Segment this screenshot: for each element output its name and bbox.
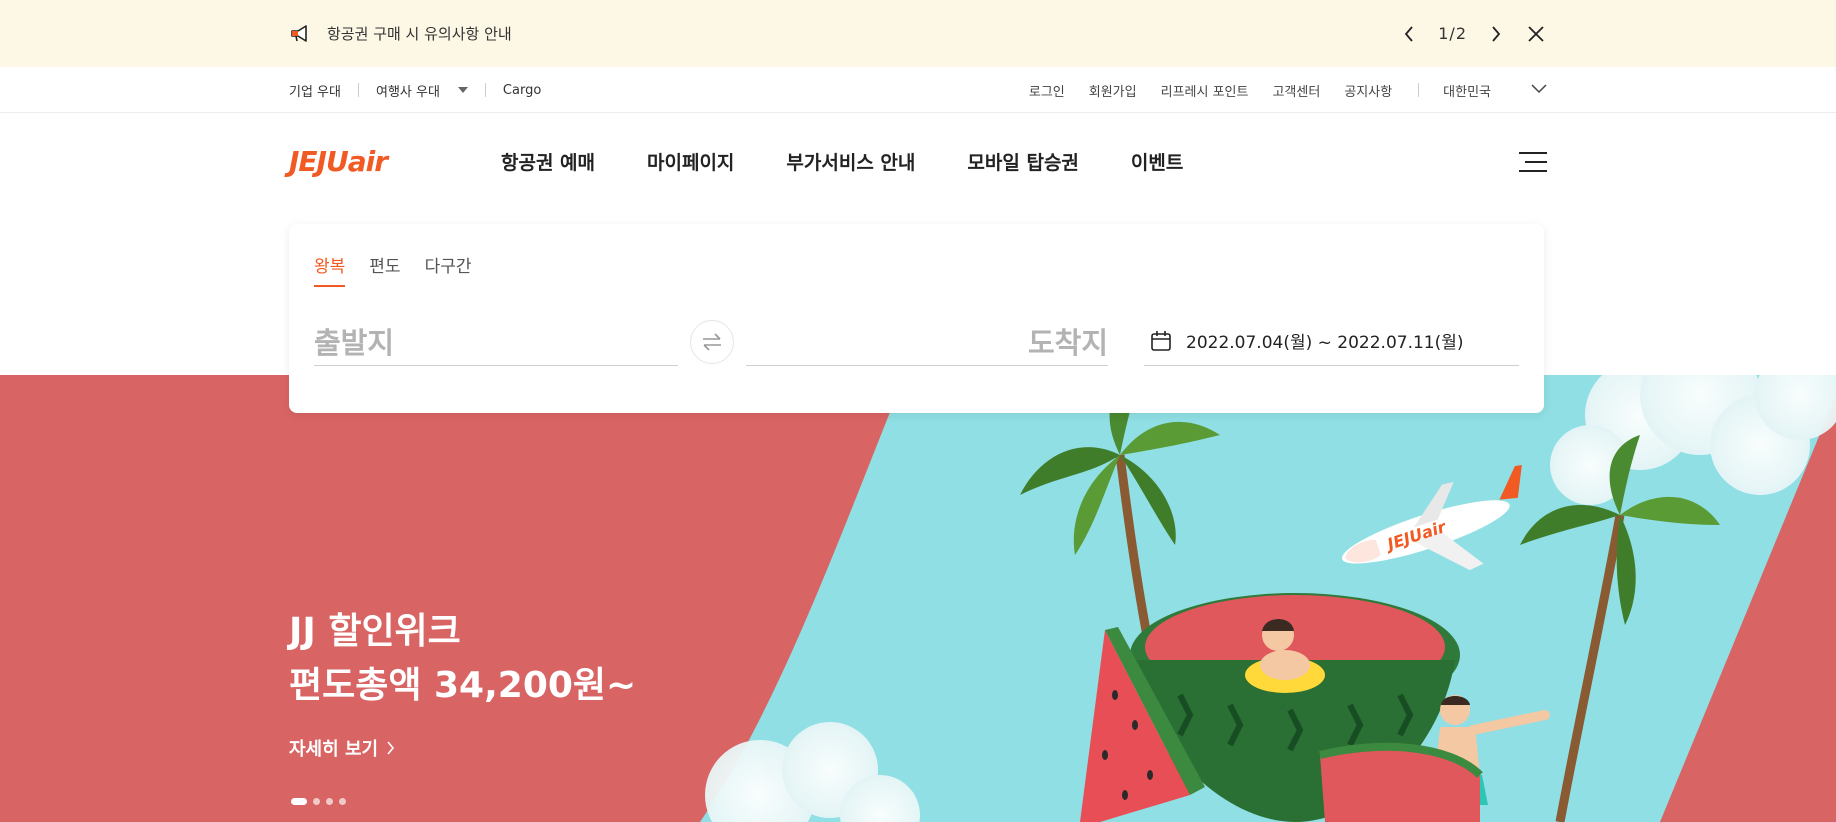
slide-dot[interactable]: [291, 798, 307, 805]
slide-dot[interactable]: [313, 798, 320, 805]
hero-more-label: 자세히 보기: [289, 739, 379, 760]
swap-button[interactable]: [690, 320, 734, 364]
divider: [357, 83, 359, 97]
nav-mypage[interactable]: 마이페이지: [647, 148, 734, 175]
hero-more-link[interactable]: 자세히 보기: [289, 735, 636, 761]
notice-pager: 1/2: [1438, 24, 1467, 43]
nav-services[interactable]: 부가서비스 안내: [786, 148, 915, 175]
date-range: 2022.07.04(월) ~ 2022.07.11(월): [1186, 333, 1464, 353]
customer-center-link[interactable]: 고객센터: [1272, 81, 1320, 100]
megaphone-icon: [289, 23, 311, 45]
tab-oneway[interactable]: 편도: [369, 252, 400, 287]
hamburger-menu-icon[interactable]: [1519, 150, 1547, 174]
swap-icon: [703, 333, 721, 351]
corporate-link[interactable]: 기업 우대: [289, 81, 341, 100]
slide-dot[interactable]: [339, 798, 346, 805]
summer-illustration: JEJUair: [700, 375, 1836, 822]
hero-title-line2: 편도총액 34,200원~: [289, 665, 637, 706]
main-nav: 항공권 예매 마이페이지 부가서비스 안내 모바일 탑승권 이벤트: [501, 148, 1183, 175]
slide-dot[interactable]: [326, 798, 333, 805]
login-link[interactable]: 로그인: [1029, 81, 1065, 100]
hero-title-line1: JJ 할인위크: [289, 611, 461, 652]
country-selector[interactable]: 대한민국: [1443, 81, 1547, 100]
notice-text[interactable]: 항공권 구매 시 유의사항 안내: [327, 23, 512, 44]
calendar-icon: [1151, 330, 1171, 351]
divider: [484, 83, 486, 97]
nav-booking[interactable]: 항공권 예매: [501, 148, 595, 175]
refresh-point-link[interactable]: 리프레시 포인트: [1161, 81, 1249, 100]
date-field[interactable]: 2022.07.04(월) ~ 2022.07.11(월): [1144, 316, 1519, 366]
chevron-right-icon[interactable]: [1485, 23, 1507, 45]
departure-placeholder: 출발지: [314, 325, 395, 360]
hero-banner[interactable]: JEJUair JJ 할인위크 편도총액 34,200원~ 자세히 보기: [0, 375, 1836, 822]
chevron-right-icon: [387, 741, 395, 755]
tab-roundtrip[interactable]: 왕복: [314, 252, 346, 287]
tab-multicity[interactable]: 다구간: [425, 252, 472, 287]
agency-label: 여행사 우대: [375, 84, 440, 100]
booking-card: 왕복 편도 다구간 출발지 도착지 2022.07.04(월) ~ 2022.0…: [289, 224, 1544, 413]
chevron-left-icon[interactable]: [1398, 23, 1420, 45]
close-icon[interactable]: [1525, 23, 1547, 45]
nav-events[interactable]: 이벤트: [1131, 148, 1183, 175]
country-label: 대한민국: [1443, 84, 1491, 100]
chevron-down-icon: [1531, 83, 1547, 98]
hero-copy: JJ 할인위크 편도총액 34,200원~ 자세히 보기: [289, 605, 636, 761]
main-header: JEJUair 항공권 예매 마이페이지 부가서비스 안내 모바일 탑승권 이벤…: [0, 114, 1836, 209]
nav-mobile-boarding[interactable]: 모바일 탑승권: [967, 148, 1079, 175]
notice-bar: 항공권 구매 시 유의사항 안내 1/2: [0, 0, 1836, 67]
trip-type-tabs: 왕복 편도 다구간: [314, 252, 471, 287]
arrival-field[interactable]: 도착지: [746, 316, 1108, 366]
notice-link[interactable]: 공지사항: [1344, 81, 1392, 100]
page: 항공권 구매 시 유의사항 안내 1/2 기업 우대 여행사 우대 Cargo …: [0, 0, 1836, 822]
divider: [1418, 83, 1420, 97]
utility-bar: 기업 우대 여행사 우대 Cargo 로그인 회원가입 리프레시 포인트 고객센…: [0, 67, 1836, 113]
jejuair-logo[interactable]: JEJUair: [289, 145, 417, 178]
agency-dropdown[interactable]: 여행사 우대: [376, 81, 468, 100]
departure-field[interactable]: 출발지: [314, 316, 678, 366]
signup-link[interactable]: 회원가입: [1089, 81, 1137, 100]
slide-indicator: [291, 798, 346, 805]
cargo-link[interactable]: Cargo: [503, 83, 541, 98]
arrival-placeholder: 도착지: [1027, 325, 1108, 360]
caret-down-icon: [457, 87, 468, 93]
